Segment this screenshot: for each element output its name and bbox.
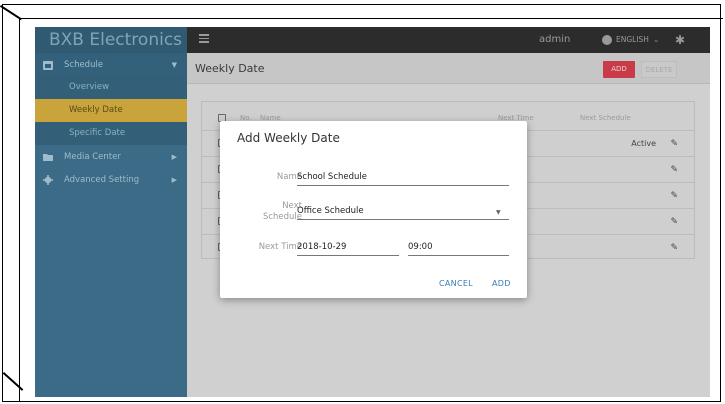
user-name[interactable]: admin — [539, 27, 570, 53]
next-time-label: Next Time — [258, 242, 302, 252]
time-input[interactable] — [408, 255, 509, 256]
dropdown-arrow-icon[interactable]: ▼ — [496, 209, 501, 216]
time-input-value[interactable]: 09:00 — [408, 242, 433, 252]
chevron-down-icon: ⌄ — [652, 35, 660, 44]
next-schedule-label-line2: Schedule — [262, 212, 302, 222]
app-window: BXB Electronics Schedule ▼ Overview Week… — [35, 27, 710, 397]
chevron-right-icon: ▶ — [171, 175, 177, 184]
topbar: admin ENGLISH ⌄ ✱ — [187, 27, 710, 53]
name-label: Name — [276, 172, 302, 182]
gear-icon — [40, 174, 56, 185]
cancel-button[interactable]: CANCEL — [439, 279, 473, 288]
next-schedule-select-value[interactable]: Office Schedule — [297, 206, 364, 216]
globe-icon — [602, 35, 612, 45]
chevron-right-icon: ▶ — [171, 152, 177, 161]
sidebar-item-label: Schedule — [64, 59, 104, 70]
date-input-value[interactable]: 2018-10-29 — [297, 242, 346, 252]
sidebar-item-label: Media Center — [64, 151, 121, 162]
status-text: Active — [631, 139, 656, 148]
frame-left-edge — [19, 18, 20, 402]
next-schedule-label-line1: Next — [282, 201, 302, 211]
brand-logo[interactable]: BXB Electronics — [35, 27, 187, 53]
name-input-value[interactable]: School Schedule — [297, 172, 367, 182]
sidebar-item-advanced-setting[interactable]: Advanced Setting ▶ — [35, 168, 187, 191]
sidebar-subitem-weekly-date[interactable]: Weekly Date — [35, 99, 187, 122]
settings-gear-icon[interactable]: ✱ — [675, 33, 685, 47]
page-title: Weekly Date — [195, 62, 265, 75]
chevron-down-icon: ▼ — [171, 60, 177, 69]
folder-icon — [40, 152, 56, 162]
dialog-add-button[interactable]: ADD — [492, 279, 511, 288]
menu-icon[interactable] — [199, 34, 209, 44]
sidebar-subitem-specific-date[interactable]: Specific Date — [35, 122, 187, 145]
next-schedule-select[interactable] — [297, 219, 509, 220]
edit-icon[interactable]: ✎ — [670, 165, 678, 175]
edit-icon[interactable]: ✎ — [670, 243, 678, 253]
sidebar-subitem-overview[interactable]: Overview — [35, 76, 187, 99]
page-header: Weekly Date ADD DELETE — [187, 53, 710, 84]
sidebar-item-media-center[interactable]: Media Center ▶ — [35, 145, 187, 168]
language-selector[interactable]: ENGLISH ⌄ — [602, 27, 659, 53]
edit-icon[interactable]: ✎ — [670, 139, 678, 149]
calendar-icon — [40, 60, 56, 70]
edit-icon[interactable]: ✎ — [670, 191, 678, 201]
add-button[interactable]: ADD — [603, 61, 635, 78]
add-weekly-date-dialog: Add Weekly Date Name School Schedule Nex… — [220, 121, 527, 298]
frame-top-edge — [19, 18, 723, 19]
dialog-title: Add Weekly Date — [237, 131, 340, 145]
sidebar-item-label: Advanced Setting — [64, 174, 140, 185]
delete-button[interactable]: DELETE — [641, 61, 677, 78]
edit-icon[interactable]: ✎ — [670, 217, 678, 227]
date-input[interactable] — [297, 255, 399, 256]
sidebar: BXB Electronics Schedule ▼ Overview Week… — [35, 27, 187, 397]
name-input[interactable] — [297, 185, 509, 186]
language-label: ENGLISH — [616, 35, 649, 44]
sidebar-item-schedule[interactable]: Schedule ▼ — [35, 53, 187, 76]
header-next-schedule: Next Schedule — [580, 114, 631, 122]
